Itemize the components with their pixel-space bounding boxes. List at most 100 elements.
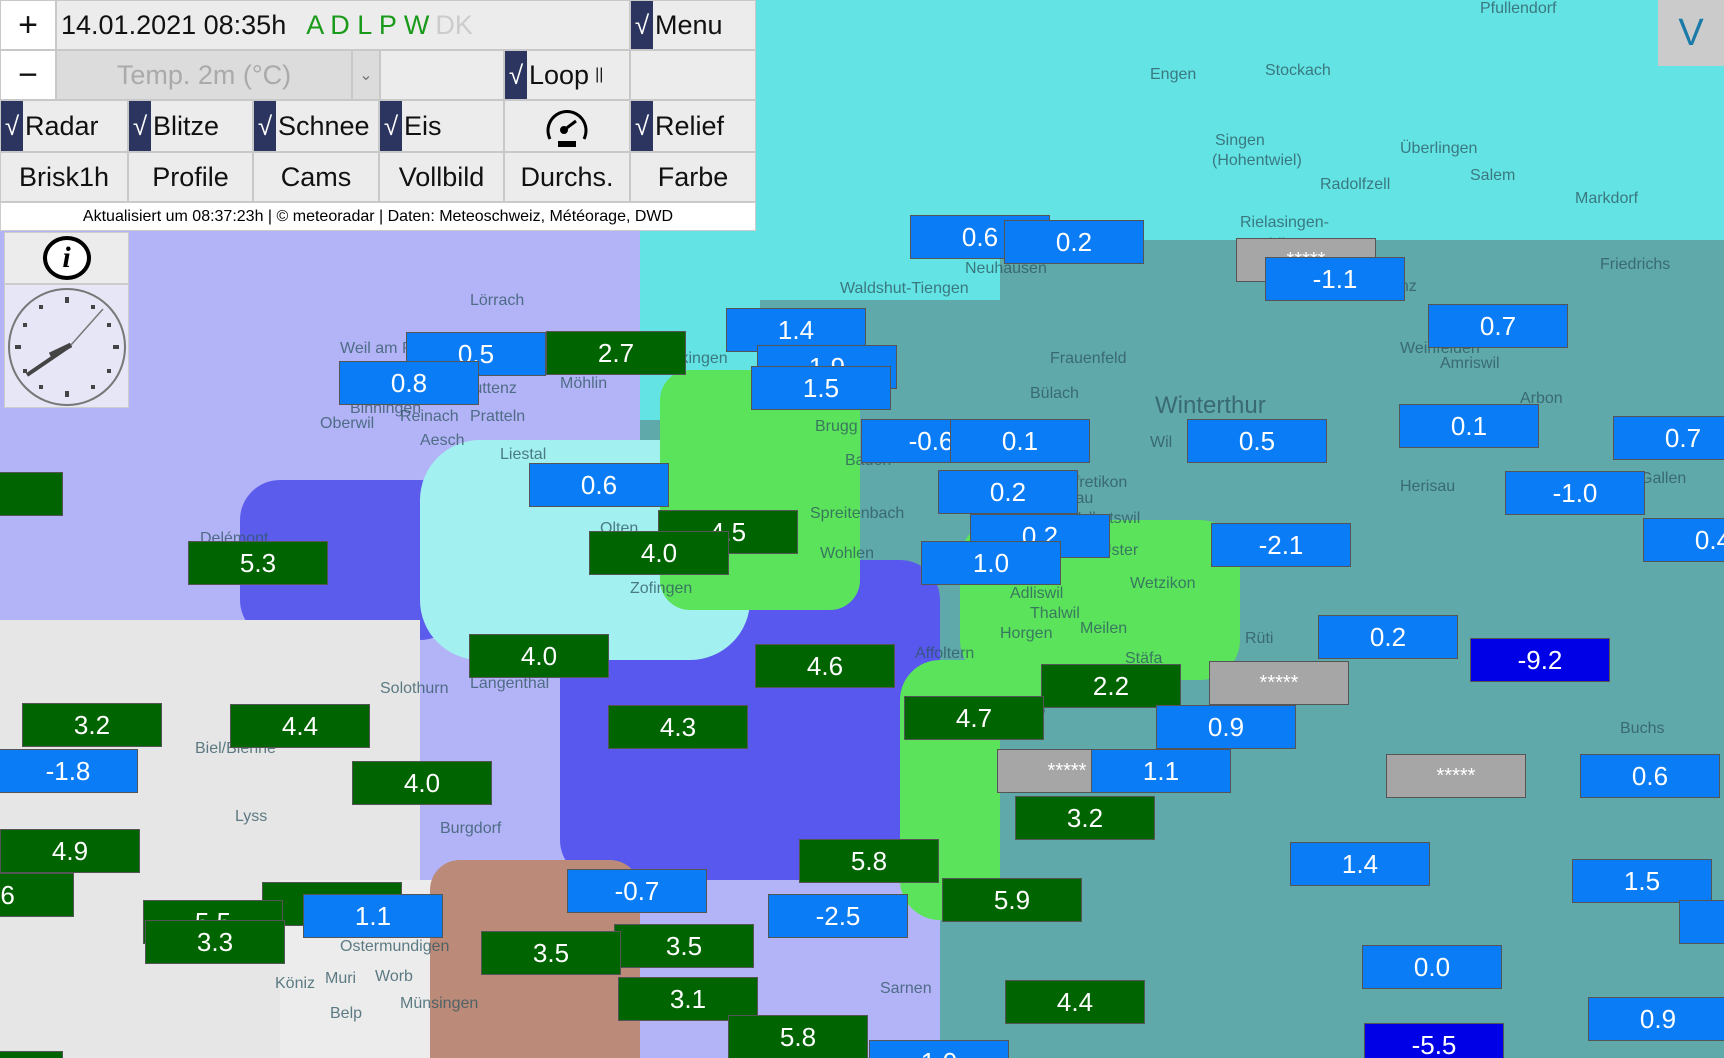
station-temperature-label[interactable]: 1.0 <box>869 1040 1009 1058</box>
station-temperature-label[interactable]: 3.5 <box>481 931 621 975</box>
country-w[interactable]: W <box>404 10 429 40</box>
corner-menu-button[interactable]: V <box>1658 0 1724 66</box>
country-dk[interactable]: DK <box>435 10 473 41</box>
station-temperature-label[interactable]: 0.6 <box>529 463 669 507</box>
profile-button[interactable]: Profile <box>128 152 253 202</box>
empty-cell <box>380 50 504 100</box>
station-temperature-label[interactable]: 3.2 <box>22 703 162 747</box>
map-place-label: Sarnen <box>880 980 932 997</box>
station-temperature-label[interactable]: 4.9 <box>0 829 140 873</box>
station-temperature-label[interactable]: 3.2 <box>1015 796 1155 840</box>
station-temperature-label[interactable]: ***** <box>1209 661 1349 705</box>
station-temperature-label[interactable]: 0.7 <box>1428 304 1568 348</box>
station-temperature-label[interactable]: 4.4 <box>1005 980 1145 1024</box>
station-temperature-label[interactable]: 0.2 <box>938 470 1078 514</box>
station-temperature-label[interactable]: 0.0 <box>1362 945 1502 989</box>
station-temperature-label[interactable]: 5.9 <box>942 878 1082 922</box>
speed-gauge-button[interactable] <box>504 100 630 152</box>
station-temperature-label[interactable] <box>1679 900 1724 944</box>
station-temperature-label[interactable]: 5.8 <box>799 839 939 883</box>
map-place-label: Wohlen <box>820 545 874 562</box>
station-temperature-label[interactable]: 1.1 <box>1091 749 1231 793</box>
info-icon: i <box>42 236 91 280</box>
station-temperature-label[interactable]: 0.4 <box>1643 518 1724 562</box>
station-temperature-label[interactable]: 4.0 <box>352 761 492 805</box>
station-temperature-label[interactable]: -1.1 <box>1265 257 1405 301</box>
station-temperature-label[interactable]: 0.1 <box>950 419 1090 463</box>
station-temperature-label[interactable]: 4.3 <box>608 705 748 749</box>
station-temperature-label[interactable]: 0.7 <box>1613 416 1724 460</box>
menu-toggle[interactable]: √ Menu <box>630 0 756 50</box>
station-temperature-label[interactable]: 3.5 <box>614 924 754 968</box>
station-temperature-label[interactable]: 0.9 <box>1156 705 1296 749</box>
country-d[interactable]: D <box>330 10 350 40</box>
toggle-blitze[interactable]: √ Blitze <box>128 100 253 152</box>
toggle-radar[interactable]: √ Radar <box>0 100 128 152</box>
map-place-label: Pratteln <box>470 408 526 425</box>
station-temperature-label[interactable]: 4.7 <box>904 696 1044 740</box>
map-place-label: Herisau <box>1400 478 1456 495</box>
country-l[interactable]: L <box>357 10 371 40</box>
station-temperature-label[interactable]: 3.3 <box>145 920 285 964</box>
country-a[interactable]: A <box>306 10 323 40</box>
station-temperature-label[interactable]: 1.0 <box>921 541 1061 585</box>
zoom-in-button[interactable]: + <box>0 0 56 50</box>
layer-select-dropdown[interactable]: ⌄ <box>352 50 380 100</box>
check-icon: √ <box>1 101 23 151</box>
layer-select[interactable]: Temp. 2m (°C) <box>56 50 352 100</box>
station-temperature-label[interactable]: ***** <box>1386 754 1526 798</box>
station-temperature-label[interactable]: -9.2 <box>1470 638 1610 682</box>
station-temperature-label[interactable]: -2.1 <box>1211 523 1351 567</box>
zoom-out-button[interactable]: − <box>0 50 56 100</box>
station-temperature-label[interactable]: 0.5 <box>1187 419 1327 463</box>
loop-toggle[interactable]: √ Loop || <box>504 50 630 100</box>
map-place-label: Bülach <box>1030 385 1079 402</box>
station-temperature-label[interactable]: 5.3 <box>188 541 328 585</box>
station-temperature-label[interactable]: -1.8 <box>0 749 138 793</box>
map-place-label: Möhlin <box>560 375 608 392</box>
station-temperature-label[interactable]: 5.8 <box>728 1015 868 1058</box>
station-temperature-label[interactable]: 1.5 <box>751 366 891 410</box>
toggle-schnee[interactable]: √ Schnee <box>253 100 379 152</box>
brisk1h-button[interactable]: Brisk1h <box>0 152 128 202</box>
cams-button[interactable]: Cams <box>253 152 379 202</box>
station-temperature-label[interactable]: 1.5 <box>1572 859 1712 903</box>
station-temperature-label[interactable] <box>0 1051 63 1058</box>
station-temperature-label[interactable]: 4.4 <box>230 704 370 748</box>
map-place-label: Lörrach <box>470 292 525 309</box>
station-temperature-label[interactable]: 2.7 <box>546 331 686 375</box>
button-label: Vollbild <box>398 161 485 192</box>
vollbild-button[interactable]: Vollbild <box>379 152 504 202</box>
map-place-label: Muri <box>325 970 357 987</box>
station-temperature-label[interactable]: -5.5 <box>1364 1023 1504 1058</box>
station-temperature-label[interactable]: 1.1 <box>303 894 443 938</box>
station-temperature-label[interactable]: 0.9 <box>1588 997 1724 1041</box>
station-temperature-label[interactable]: 0.1 <box>1399 404 1539 448</box>
map-place-label: Winterthur <box>1155 392 1266 419</box>
station-temperature-label[interactable]: 4.6 <box>755 644 895 688</box>
farbe-button[interactable]: Farbe <box>630 152 756 202</box>
station-temperature-label[interactable]: 4.0 <box>469 634 609 678</box>
clock-widget[interactable] <box>4 284 129 408</box>
toggle-relief[interactable]: √ Relief <box>630 100 756 152</box>
durchs-button[interactable]: Durchs. <box>504 152 630 202</box>
station-temperature-label[interactable]: 0.6 <box>1580 754 1720 798</box>
map-place-label: Wetzikon <box>1130 575 1196 592</box>
station-temperature-label[interactable]: 0.2 <box>1004 220 1144 264</box>
station-temperature-label[interactable]: 6 <box>0 472 63 516</box>
layer-select-value: Temp. 2m (°C) <box>116 59 292 90</box>
gauge-icon <box>546 110 588 147</box>
station-temperature-label[interactable]: 4.0 <box>589 531 729 575</box>
info-button[interactable]: i <box>4 232 129 284</box>
station-temperature-label[interactable]: 1.4 <box>1290 842 1430 886</box>
station-temperature-label[interactable]: -0.7 <box>567 869 707 913</box>
station-temperature-label[interactable]: 2.2 <box>1041 664 1181 708</box>
toggle-eis[interactable]: √ Eis <box>379 100 504 152</box>
station-temperature-label[interactable]: .6 <box>0 873 74 917</box>
station-temperature-label[interactable]: -2.5 <box>768 894 908 938</box>
station-temperature-label[interactable]: 0.2 <box>1318 615 1458 659</box>
empty-cell <box>630 50 756 100</box>
country-p[interactable]: P <box>379 10 397 40</box>
station-temperature-label[interactable]: -1.0 <box>1505 471 1645 515</box>
station-temperature-label[interactable]: 0.8 <box>339 361 479 405</box>
